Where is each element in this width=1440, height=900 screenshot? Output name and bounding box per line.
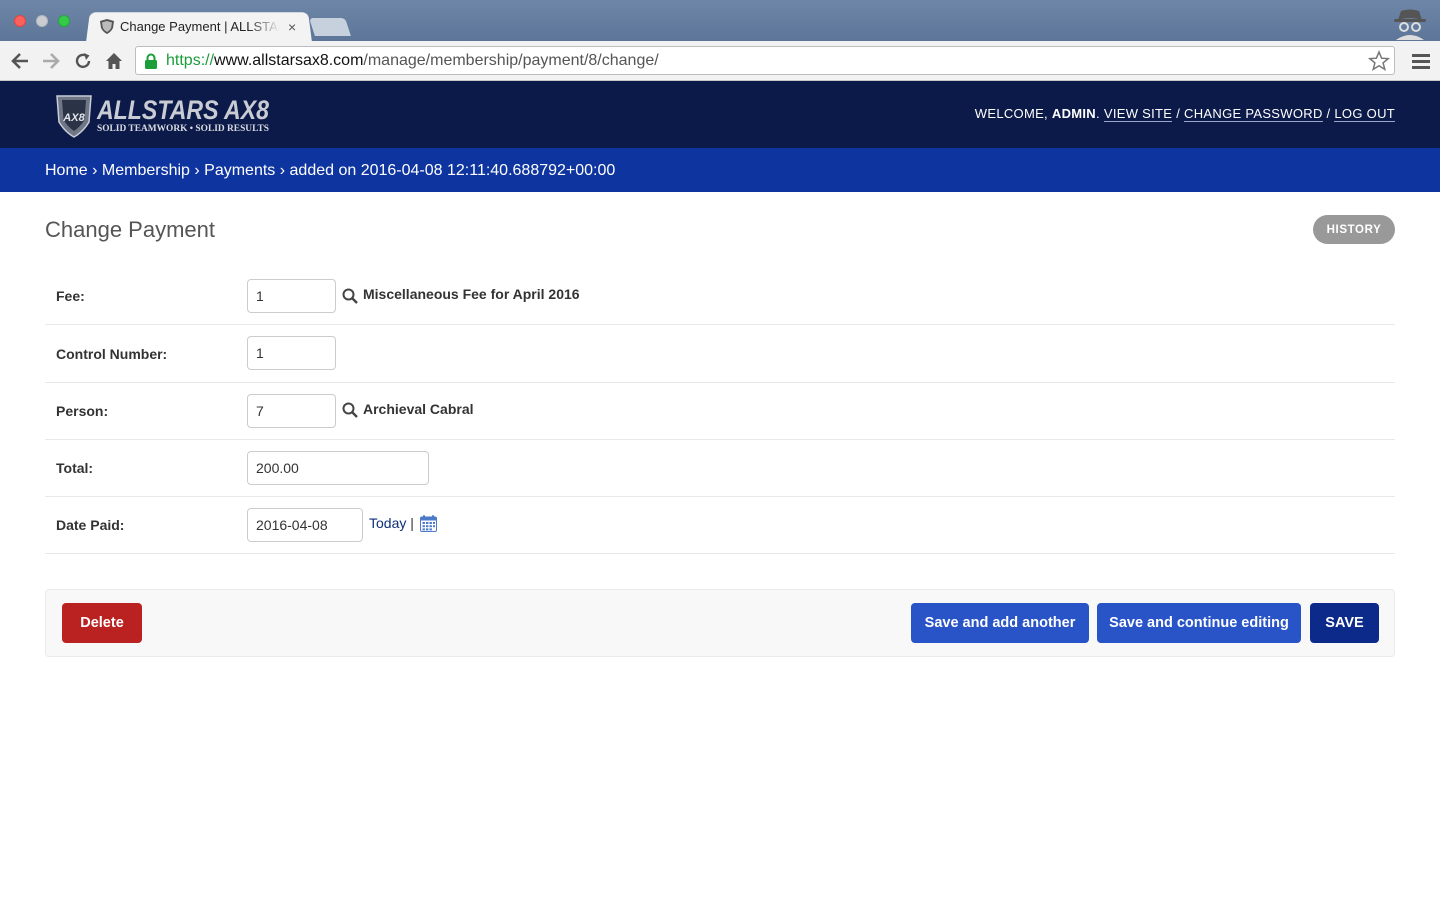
- change-password-link[interactable]: CHANGE PASSWORD: [1184, 106, 1323, 122]
- back-button[interactable]: [8, 49, 32, 73]
- date-paid-input[interactable]: 2016-04-08: [247, 508, 363, 542]
- user-tools: WELCOME, ADMIN. VIEW SITE / CHANGE PASSW…: [974, 106, 1395, 122]
- save-button[interactable]: SAVE: [1310, 603, 1379, 643]
- window-close-button[interactable]: [14, 15, 26, 27]
- person-input[interactable]: 7: [247, 394, 336, 428]
- browser-menu-icon[interactable]: [1412, 51, 1430, 71]
- home-button[interactable]: [102, 49, 126, 73]
- history-button[interactable]: HISTORY: [1313, 215, 1395, 244]
- page-title: Change Payment: [45, 217, 215, 242]
- search-icon[interactable]: [342, 402, 358, 418]
- tab-close-icon[interactable]: ×: [288, 19, 296, 35]
- breadcrumb-membership[interactable]: Membership: [102, 162, 190, 179]
- breadcrumb-current: added on 2016-04-08 12:11:40.688792+00:0…: [289, 162, 616, 179]
- person-label: Person:: [56, 402, 109, 419]
- forward-arrow-icon: [43, 53, 60, 69]
- total-input[interactable]: 200.00: [247, 451, 429, 485]
- home-icon: [106, 53, 122, 69]
- reload-icon: [75, 53, 91, 69]
- admin-header: AX8 ALLSTARS AX8 SOLID TEAMWORK • SOLID …: [0, 81, 1440, 148]
- window-minimize-button[interactable]: [36, 15, 48, 27]
- svg-text:AX8: AX8: [62, 112, 85, 124]
- save-and-continue-button[interactable]: Save and continue editing: [1097, 603, 1301, 643]
- control-number-label: Control Number:: [56, 345, 168, 362]
- lock-icon: [145, 53, 157, 69]
- form-row-date-paid: Date Paid: 2016-04-08 Today |: [45, 496, 1395, 554]
- reload-button[interactable]: [71, 49, 95, 73]
- back-arrow-icon: [11, 53, 28, 69]
- person-lookup-text: Archieval Cabral: [363, 401, 474, 417]
- browser-toolbar: https://www.allstarsax8.com/manage/membe…: [0, 41, 1440, 81]
- address-bar[interactable]: https://www.allstarsax8.com/manage/membe…: [135, 46, 1395, 75]
- date-paid-label: Date Paid:: [56, 516, 125, 533]
- breadcrumb-payments[interactable]: Payments: [204, 162, 275, 179]
- today-shortcut: Today |: [369, 515, 414, 531]
- allstars-logo[interactable]: AX8 ALLSTARS AX8 SOLID TEAMWORK • SOLID …: [55, 92, 275, 138]
- window-maximize-button[interactable]: [58, 15, 70, 27]
- form-row-control-number: Control Number: 1: [45, 325, 1395, 383]
- welcome-text: WELCOME,: [974, 106, 1052, 121]
- total-label: Total:: [56, 459, 94, 476]
- fee-label: Fee:: [56, 287, 85, 304]
- breadcrumb: Home › Membership › Payments › added on …: [0, 148, 1440, 192]
- incognito-icon: [1394, 9, 1426, 40]
- browser-tab-bar: Change Payment | ALLSTARS AX8 site admin…: [0, 0, 1440, 43]
- username: ADMIN: [1051, 106, 1096, 121]
- forward-button[interactable]: [39, 49, 63, 73]
- shield-favicon-icon: [100, 19, 114, 34]
- new-tab-button[interactable]: [309, 18, 351, 36]
- submit-row: Delete Save and add another Save and con…: [45, 589, 1395, 657]
- delete-button[interactable]: Delete: [62, 603, 142, 643]
- bookmark-star-icon[interactable]: [1368, 50, 1390, 72]
- breadcrumb-home[interactable]: Home: [45, 162, 88, 179]
- today-link[interactable]: Today: [369, 515, 406, 531]
- save-and-add-another-button[interactable]: Save and add another: [911, 603, 1089, 643]
- form-row-person: Person: 7 Archieval Cabral: [45, 382, 1395, 440]
- form-row-fee: Fee: 1 Miscellaneous Fee for April 2016: [45, 267, 1395, 325]
- svg-text:ALLSTARS AX8: ALLSTARS AX8: [96, 95, 269, 125]
- control-number-input[interactable]: 1: [247, 336, 336, 370]
- log-out-link[interactable]: LOG OUT: [1334, 106, 1395, 122]
- view-site-link[interactable]: VIEW SITE: [1103, 106, 1173, 122]
- fee-lookup-text: Miscellaneous Fee for April 2016: [363, 286, 580, 302]
- browser-tab-content[interactable]: Change Payment | ALLSTARS AX8 site admin…: [100, 12, 310, 41]
- url-text: https://www.allstarsax8.com/manage/membe…: [166, 51, 659, 69]
- tab-title: Change Payment | ALLSTARS AX8 site admin: [120, 19, 280, 34]
- search-icon[interactable]: [342, 288, 358, 304]
- fee-input[interactable]: 1: [247, 279, 336, 313]
- form-row-total: Total: 200.00: [45, 439, 1395, 497]
- calendar-icon[interactable]: [420, 515, 437, 532]
- svg-text:SOLID TEAMWORK • SOLID RESULTS: SOLID TEAMWORK • SOLID RESULTS: [97, 124, 269, 134]
